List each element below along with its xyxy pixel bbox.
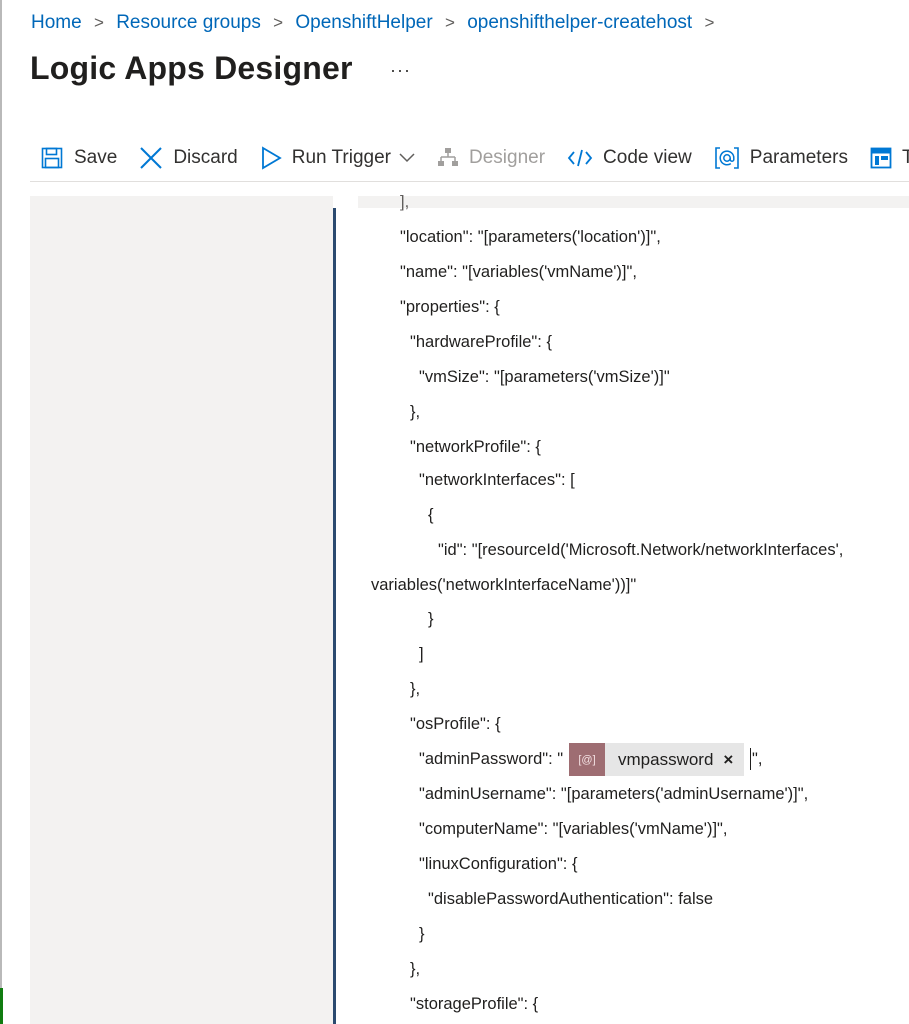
parameter-icon: [@] [569,743,605,776]
code-view-button[interactable]: Code view [567,147,692,169]
discard-button[interactable]: Discard [139,146,238,170]
parameters-icon [714,145,740,171]
remove-token-button[interactable]: × [723,750,733,770]
code-line: "networkInterfaces": [ [419,471,575,489]
code-line: }, [410,680,421,698]
page-title: Logic Apps Designer [30,50,353,86]
breadcrumb-home[interactable]: Home [31,12,82,33]
editor-top-gutter [358,196,909,208]
breadcrumb-resource-group[interactable]: OpenshiftHelper [295,12,432,33]
text-cursor [750,748,751,770]
status-strip [0,988,3,1024]
code-line: "disablePasswordAuthentication": false [428,890,714,908]
code-line: "hardwareProfile": { [410,333,552,351]
editor-left-border [333,208,336,1024]
code-line: } [428,610,434,628]
code-icon [567,148,593,168]
run-trigger-label: Run Trigger [291,147,391,168]
code-line: ], [400,193,410,211]
breadcrumb-separator: > [704,13,715,32]
chevron-down-icon [399,153,415,163]
template-icon [870,147,892,169]
discard-label: Discard [173,147,238,168]
save-label: Save [74,147,118,168]
code-line: ] [419,645,424,663]
toolbar-divider [30,181,909,182]
code-line: ", [752,750,763,768]
play-icon [260,146,282,170]
code-line: "vmSize": "[parameters('vmSize')]" [419,368,670,386]
code-line: variables('networkInterfaceName'))]" [371,576,637,594]
command-bar: Save Discard Run Trigger Designer Code v… [40,140,909,176]
breadcrumb: Home > Resource groups > OpenshiftHelper… [31,12,721,34]
parameters-label: Parameters [749,147,848,168]
code-line: "location": "[parameters('location')]", [400,228,661,246]
designer-label: Designer [469,147,546,168]
save-icon [40,146,64,170]
window-left-edge [0,0,2,1024]
code-line: { [428,506,434,524]
code-line: "properties": { [400,298,500,316]
save-button[interactable]: Save [40,146,117,170]
breadcrumb-logic-app[interactable]: openshifthelper-createhost [467,12,692,33]
code-line: } [419,925,425,943]
breadcrumb-resource-groups[interactable]: Resource groups [116,12,261,33]
code-line: "id": "[resourceId('Microsoft.Network/ne… [438,541,844,559]
code-view-label: Code view [603,147,692,168]
code-line: }, [410,403,421,421]
parameter-token[interactable]: [@] vmpassword × [569,743,744,776]
code-line: "adminUsername": "[parameters('adminUser… [419,785,809,803]
close-icon [139,146,163,170]
templates-label: T [901,147,909,168]
breadcrumb-separator: > [273,13,284,32]
more-options-button[interactable]: ··· [390,60,411,81]
code-line: "linuxConfiguration": { [419,855,578,873]
breadcrumb-separator: > [444,13,455,32]
code-line: }, [410,960,421,978]
code-line: "computerName": "[variables('vmName')]", [419,820,728,838]
code-line: "osProfile": { [410,715,501,733]
designer-button[interactable]: Designer [437,147,545,169]
code-line: "networkProfile": { [410,438,541,456]
breadcrumb-separator: > [93,13,104,32]
hierarchy-icon [437,147,459,169]
code-line: "adminPassword": " [419,750,564,768]
code-line: "name": "[variables('vmName')]", [400,263,637,281]
templates-button[interactable]: T [870,147,909,169]
parameters-button[interactable]: Parameters [714,145,848,171]
parameter-token-label: vmpassword [618,749,714,769]
code-line: "storageProfile": { [410,995,539,1013]
run-trigger-button[interactable]: Run Trigger [260,146,415,170]
